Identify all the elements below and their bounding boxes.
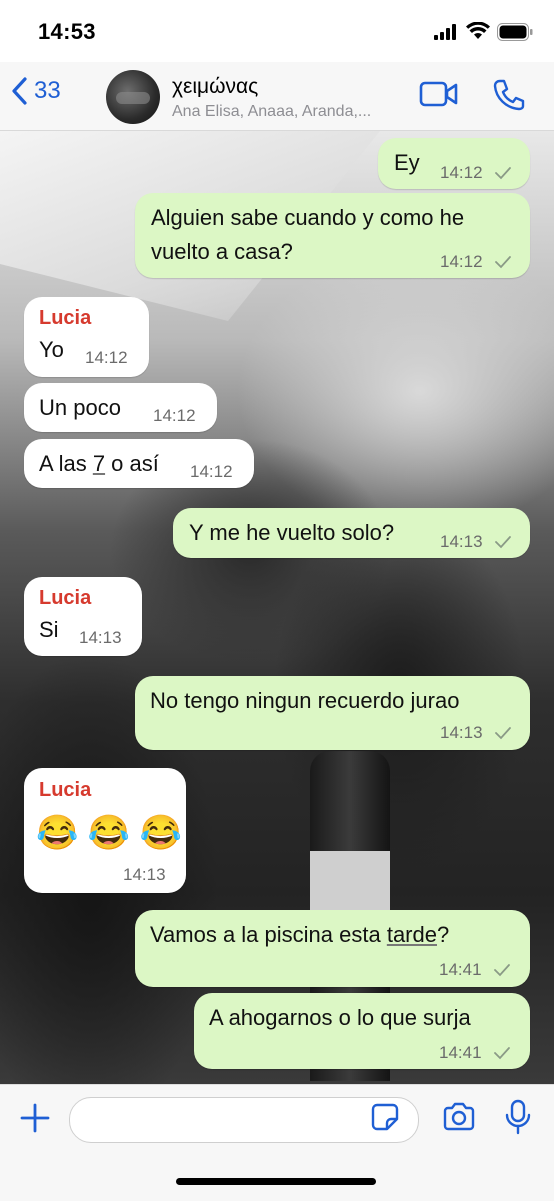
battery-icon (497, 23, 533, 41)
sender-name: Lucia (39, 307, 92, 329)
message-text: No tengo ningun recuerdo jurao (150, 688, 460, 713)
message-input[interactable] (69, 1097, 419, 1143)
chat-background: Ey 14:12 Alguien sabe cuando y como he v… (0, 131, 554, 1084)
message-text: Ey (394, 150, 420, 175)
back-button[interactable]: 33 (10, 76, 61, 106)
message-text-line1: Alguien sabe cuando y como he (151, 205, 465, 230)
message-bubble-outgoing[interactable]: Ey 14:12 (378, 138, 530, 189)
message-time: 14:12 (440, 252, 483, 271)
message-text: A las 7 o así (39, 451, 159, 477)
message-text-link[interactable]: tarde (387, 922, 437, 947)
message-time: 14:13 (123, 865, 166, 884)
message-time: 14:12 (85, 348, 128, 367)
group-avatar[interactable] (106, 70, 160, 124)
message-bubble-incoming[interactable]: Lucia Si 14:13 (24, 577, 142, 656)
sender-name: Lucia (39, 587, 92, 609)
message-text-part: Vamos a la piscina esta (150, 922, 387, 947)
cellular-signal-icon (434, 24, 456, 40)
message-bubble-outgoing[interactable]: Vamos a la piscina esta tarde? 14:41 (135, 910, 530, 987)
message-time: 14:13 (79, 628, 122, 647)
sent-check-icon (495, 256, 511, 269)
sent-check-icon (494, 964, 510, 977)
message-text-part: o así (105, 451, 159, 476)
microphone-icon[interactable] (505, 1099, 531, 1135)
message-text: Si (39, 617, 59, 642)
message-time: 14:12 (440, 163, 483, 182)
message-emoji: 😂 😂 😂 (36, 814, 182, 852)
message-bubble-outgoing[interactable]: A ahogarnos o lo que surja 14:41 (194, 993, 530, 1069)
sent-check-icon (494, 1047, 510, 1060)
message-text: Y me he vuelto solo? (189, 520, 395, 545)
message-bubble-incoming[interactable]: Lucia Yo 14:12 (24, 297, 149, 377)
message-bubble-incoming[interactable]: A las 7 o así 14:12 (24, 439, 254, 488)
message-bubble-outgoing[interactable]: Y me he vuelto solo? 14:13 (173, 508, 530, 558)
status-time: 14:53 (38, 19, 96, 44)
camera-icon[interactable] (442, 1102, 476, 1132)
status-bar: 14:53 (0, 0, 554, 62)
sender-name: Lucia (39, 779, 92, 801)
sent-check-icon (495, 167, 511, 180)
message-text: Yo (39, 337, 64, 362)
message-time: 14:13 (440, 723, 483, 742)
phone-call-icon[interactable] (492, 78, 526, 112)
message-bubble-outgoing[interactable]: No tengo ningun recuerdo jurao 14:13 (135, 676, 530, 750)
message-text-part: A las (39, 451, 93, 476)
message-text-line2: vuelto a casa? (151, 239, 293, 264)
message-time: 14:41 (439, 960, 482, 979)
wifi-icon (466, 22, 490, 39)
unread-count: 33 (34, 77, 61, 104)
group-name[interactable]: χειμώνας (172, 75, 258, 99)
group-participants[interactable]: Ana Elisa, Anaaa, Aranda,... (172, 103, 371, 121)
home-indicator[interactable] (176, 1178, 376, 1185)
message-time: 14:12 (153, 406, 196, 425)
chevron-left-icon (12, 77, 27, 105)
message-text-link[interactable]: 7 (93, 451, 105, 476)
message-text-part: ? (436, 922, 450, 947)
sent-check-icon (495, 727, 511, 740)
message-bubble-incoming[interactable]: Lucia 😂 😂 😂 14:13 (24, 768, 186, 893)
sent-check-icon (495, 536, 511, 549)
message-time: 14:41 (439, 1043, 482, 1062)
message-time: 14:13 (440, 532, 483, 551)
plus-icon[interactable] (19, 1102, 51, 1134)
message-text: Vamos a la piscina esta tarde? (150, 922, 449, 948)
message-text: A ahogarnos o lo que surja (209, 1005, 471, 1030)
message-time: 14:12 (190, 462, 233, 481)
message-bubble-incoming[interactable]: Un poco 14:12 (24, 383, 217, 432)
message-text: Un poco (39, 395, 121, 420)
message-bubble-outgoing[interactable]: Alguien sabe cuando y como he vuelto a c… (135, 193, 530, 278)
sticker-icon[interactable] (370, 1102, 400, 1132)
chat-header: 33 χειμώνας Ana Elisa, Anaaa, Aranda,... (0, 62, 554, 131)
video-call-icon[interactable] (419, 80, 459, 108)
